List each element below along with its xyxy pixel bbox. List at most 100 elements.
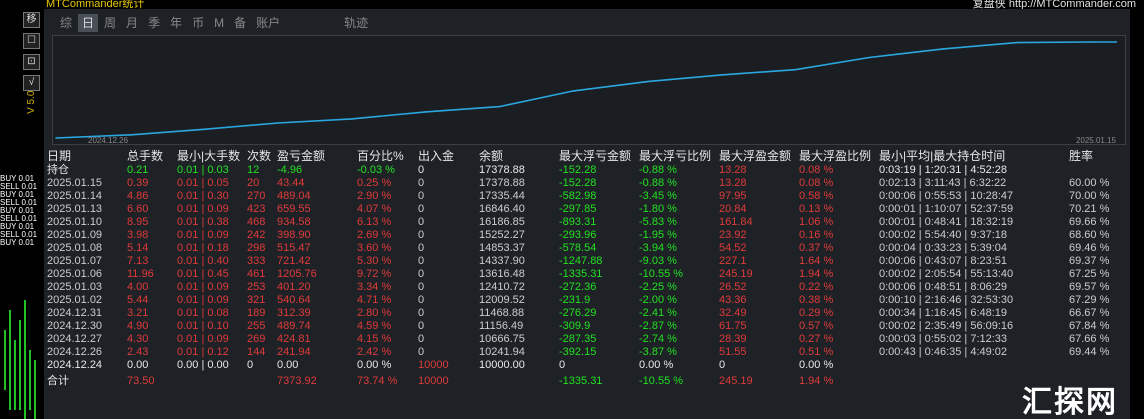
cell-mfpp: 0.51 % — [799, 346, 834, 358]
cell-mfpp: 0.22 % — [799, 281, 834, 293]
table-row[interactable]: 2025.01.03 4.00 0.01 | 0.09 253 401.20 3.34 %… — [47, 281, 1113, 294]
order-tick-label: SELL 0.01 — [0, 215, 38, 223]
tab-7[interactable]: M — [210, 14, 228, 32]
cell-mfp: 32.49 — [719, 307, 747, 319]
layout-button[interactable]: ⊡ — [23, 54, 40, 70]
column-header[interactable]: 总手数 — [127, 149, 177, 164]
equity-chart — [52, 35, 1126, 145]
cell-mfp: 227.1 — [719, 255, 747, 267]
cell-date: 2024.12.27 — [47, 333, 103, 345]
window-button[interactable]: ☐ — [23, 33, 40, 49]
move-button[interactable]: 移 — [23, 12, 40, 28]
check-button[interactable]: √ — [23, 75, 40, 91]
cell-minmax: 0.01 | 0.18 — [177, 242, 229, 254]
table-row[interactable]: 2025.01.06 11.96 0.01 | 0.45 461 1205.76 9.72… — [47, 268, 1113, 281]
table-row[interactable]: 2025.01.09 3.98 0.01 | 0.09 242 398.90 2.69 %… — [47, 229, 1113, 242]
cell-pct: 4.59 % — [357, 320, 392, 332]
equity-point — [424, 111, 427, 113]
cell-win: 69.37 % — [1069, 255, 1110, 267]
cell-win — [1069, 164, 1113, 177]
tab-6[interactable]: 币 — [188, 14, 208, 32]
cell-date: 2025.01.06 — [47, 268, 103, 280]
cell-date: 2025.01.15 — [47, 177, 103, 189]
table-row[interactable]: 2025.01.10 8.95 0.01 | 0.38 468 934.58 6.13 %… — [47, 216, 1113, 229]
cell-minmax: 0.01 | 0.12 — [177, 346, 229, 358]
holding-row[interactable]: 持仓 0.21 0.01 | 0.03 12 -4.96 -0.03 % 0 17378.88… — [47, 164, 1113, 177]
column-header[interactable]: 最大浮盈比例 — [799, 149, 879, 164]
cell-date: 2025.01.09 — [47, 229, 103, 241]
cell-lots: 6.60 — [127, 203, 149, 215]
tab-1[interactable]: 日 — [78, 14, 99, 32]
column-header[interactable]: 盈亏金额 — [277, 149, 357, 164]
cell-mfl: -276.29 — [559, 307, 597, 319]
column-header[interactable]: 最小|平均|最大持仓时间 — [879, 149, 1069, 164]
tab-9[interactable]: 账户 — [252, 14, 284, 32]
tab-5[interactable]: 年 — [166, 14, 186, 32]
cell-pnl: 312.39 — [277, 307, 311, 319]
table-row[interactable]: 2024.12.30 4.90 0.01 | 0.10 255 489.74 4.59 %… — [47, 320, 1113, 333]
tab-2[interactable]: 周 — [100, 14, 120, 32]
cell-balance: 14853.37 — [479, 242, 525, 254]
cell-mflp: -2.41 % — [639, 307, 677, 319]
table-row[interactable]: 2025.01.08 5.14 0.01 | 0.18 298 515.47 3.60 %… — [47, 242, 1113, 255]
equity-point — [350, 118, 353, 120]
cell-mfp: 28.39 — [719, 333, 747, 345]
cell-mfl: -231.9 — [559, 294, 591, 306]
tab-3[interactable]: 月 — [122, 14, 142, 32]
cell-balance: 17378.88 — [479, 164, 525, 176]
cell-mfl: -1247.88 — [559, 255, 603, 267]
cell-count: 255 — [247, 320, 266, 332]
cell-count: 321 — [247, 294, 266, 306]
equity-line — [55, 41, 1117, 139]
table-row[interactable]: 2025.01.02 5.44 0.01 | 0.09 321 540.64 4.71 %… — [47, 294, 1113, 307]
cell-lots: 3.98 — [127, 229, 149, 241]
cell-lots: 5.14 — [127, 242, 149, 254]
column-header[interactable]: 最大浮盈金额 — [719, 149, 799, 164]
equity-point — [572, 90, 575, 92]
cell-mflp: -10.55 % — [639, 375, 684, 387]
cell-pnl: 43.44 — [277, 177, 305, 189]
table-row[interactable]: 2025.01.07 7.13 0.01 | 0.40 333 721.42 5.30 %… — [47, 255, 1113, 268]
cell-pct: 3.60 % — [357, 242, 392, 254]
table-row[interactable]: 2025.01.15 0.39 0.01 | 0.05 20 43.44 0.25 % 0 1… — [47, 177, 1113, 190]
cell-time: 0:00:01 | 1:10:07 | 52:37:59 — [879, 203, 1014, 215]
cell-mflp: -0.88 % — [639, 177, 677, 189]
cell-count: 269 — [247, 333, 266, 345]
table-row[interactable]: 2024.12.27 4.30 0.01 | 0.09 269 424.81 4.15 %… — [47, 333, 1113, 346]
column-header[interactable]: 百分比% — [357, 149, 418, 164]
cell-time: 0:00:02 | 2:05:54 | 55:13:40 — [879, 268, 1014, 280]
cell-mflp: -3.87 % — [639, 346, 677, 358]
column-header[interactable]: 胜率 — [1069, 149, 1113, 164]
column-header[interactable]: 余额 — [479, 149, 559, 164]
column-header[interactable]: 次数 — [247, 149, 277, 164]
column-header[interactable]: 最大浮亏金额 — [559, 149, 639, 164]
total-row[interactable]: 合计 73.50 7373.92 73.74 % 10000 -1335.31 -10.55… — [47, 372, 1113, 388]
column-header[interactable]: 日期 — [47, 149, 127, 164]
side-toolbar: 移 ☐ ⊡ √ — [23, 12, 41, 96]
table-row[interactable]: 2025.01.13 6.60 0.01 | 0.09 423 659.55 4.07 %… — [47, 203, 1113, 216]
cell-lots: 3.21 — [127, 307, 149, 319]
tab-10[interactable]: 轨迹 — [340, 14, 372, 32]
cell-count: 189 — [247, 307, 266, 319]
cell-count: 270 — [247, 190, 266, 202]
cell-minmax: 0.01 | 0.09 — [177, 294, 229, 306]
cell-count: 423 — [247, 203, 266, 215]
tab-8[interactable]: 备 — [230, 14, 250, 32]
column-header[interactable]: 出入金 — [418, 149, 479, 164]
tab-0[interactable]: 综 — [56, 14, 76, 32]
cell-mfp: 51.55 — [719, 346, 747, 358]
cell-mfpp: 0.00 % — [799, 359, 834, 371]
table-row[interactable]: 2025.01.14 4.86 0.01 | 0.30 270 489.04 2.90 %… — [47, 190, 1113, 203]
column-header[interactable]: 最小|大手数 — [177, 149, 247, 164]
cell-mfl: 0 — [559, 359, 566, 371]
cell-pnl: 401.20 — [277, 281, 311, 293]
column-header[interactable]: 最大浮亏比例 — [639, 149, 719, 164]
tab-4[interactable]: 季 — [144, 14, 164, 32]
table-row[interactable]: 2024.12.26 2.43 0.01 | 0.12 144 241.94 2.42 %… — [47, 346, 1113, 359]
table-row[interactable]: 2024.12.24 0.00 0.00 | 0.00 0 0.00 0.00 % 1000… — [47, 359, 1113, 372]
copyright-link[interactable]: 复盘侠 http://MTCommander.com — [973, 0, 1136, 9]
cell-mfpp: 0.16 % — [799, 229, 834, 241]
cell-mfl: -309.9 — [559, 320, 591, 332]
table-row[interactable]: 2024.12.31 3.21 0.01 | 0.08 189 312.39 2.80 %… — [47, 307, 1113, 320]
cell-pct: 4.15 % — [357, 333, 392, 345]
